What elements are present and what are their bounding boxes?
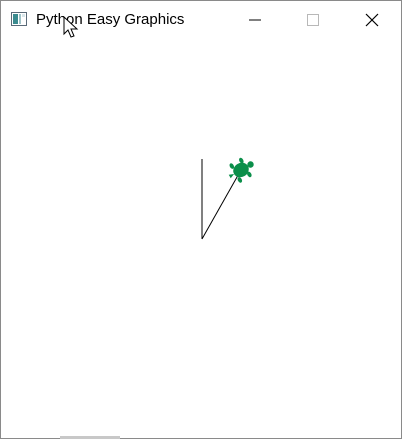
- close-button[interactable]: [343, 1, 401, 39]
- turtle-icon: [228, 157, 254, 183]
- app-window: Python Easy Graphics: [0, 0, 402, 439]
- maximize-icon: [307, 14, 319, 26]
- title-bar[interactable]: Python Easy Graphics: [1, 1, 401, 39]
- mouse-pointer-icon: [63, 16, 79, 38]
- window-title: Python Easy Graphics: [36, 11, 185, 28]
- drawing-surface: [201, 157, 254, 240]
- minimize-button[interactable]: [226, 1, 284, 39]
- minimize-icon: [249, 19, 261, 21]
- diagonal-stroke: [201, 169, 242, 240]
- graphics-canvas[interactable]: [1, 39, 401, 438]
- app-window-icon: [11, 12, 27, 26]
- maximize-button[interactable]: [284, 1, 342, 39]
- close-icon: [365, 13, 379, 27]
